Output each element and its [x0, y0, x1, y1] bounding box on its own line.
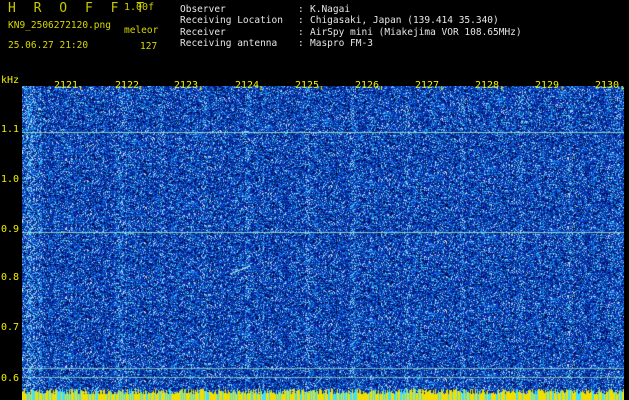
observer-label: Observer [180, 4, 226, 15]
file-name: KN9_2506272120.png [8, 20, 111, 31]
x-tick-label: 2122 [115, 80, 140, 91]
x-tick-label: 2128 [475, 80, 500, 91]
x-tick-label: 2127 [415, 80, 440, 91]
x-tick-label: 2129 [535, 80, 560, 91]
field-separator: : [298, 38, 304, 49]
location-label: Receiving Location [180, 15, 283, 26]
x-tick-label: 2121 [54, 80, 79, 91]
receiver-label: Receiver [180, 27, 226, 38]
y-tick-label: 1.0 [1, 174, 20, 185]
y-tick-label: 0.6 [1, 373, 20, 384]
app-version: 1.00f [124, 2, 155, 13]
receiver-value: AirSpy mini (Miakejima VOR 108.65MHz) [310, 27, 522, 38]
x-tick-label: 2124 [235, 80, 260, 91]
x-tick-label: 2125 [295, 80, 320, 91]
y-axis-unit: kHz [1, 75, 20, 86]
x-tick-label: 2123 [174, 80, 199, 91]
field-separator: : [298, 15, 304, 26]
field-separator: : [298, 4, 304, 15]
y-tick-label: 1.1 [1, 124, 20, 135]
antenna-value: Maspro FM-3 [310, 38, 373, 49]
field-separator: : [298, 27, 304, 38]
x-tick-label: 2130 [595, 80, 620, 91]
waterfall-spectrogram [22, 86, 624, 400]
y-tick-label: 0.9 [1, 224, 20, 235]
event-count: 127 [140, 41, 158, 52]
y-tick-label: 0.7 [1, 322, 20, 333]
location-value: Chigasaki, Japan (139.414 35.340) [310, 15, 499, 26]
datetime-label: 25.06.27 21:20 [8, 40, 89, 51]
program-name: meleor [124, 25, 159, 36]
header-panel: H R O F F T 1.00f KN9_2506272120.png mel… [0, 0, 629, 75]
x-tick-label: 2126 [355, 80, 380, 91]
y-tick-label: 0.8 [1, 272, 20, 283]
antenna-label: Receiving antenna [180, 38, 278, 49]
observer-value: K.Nagai [310, 4, 351, 15]
